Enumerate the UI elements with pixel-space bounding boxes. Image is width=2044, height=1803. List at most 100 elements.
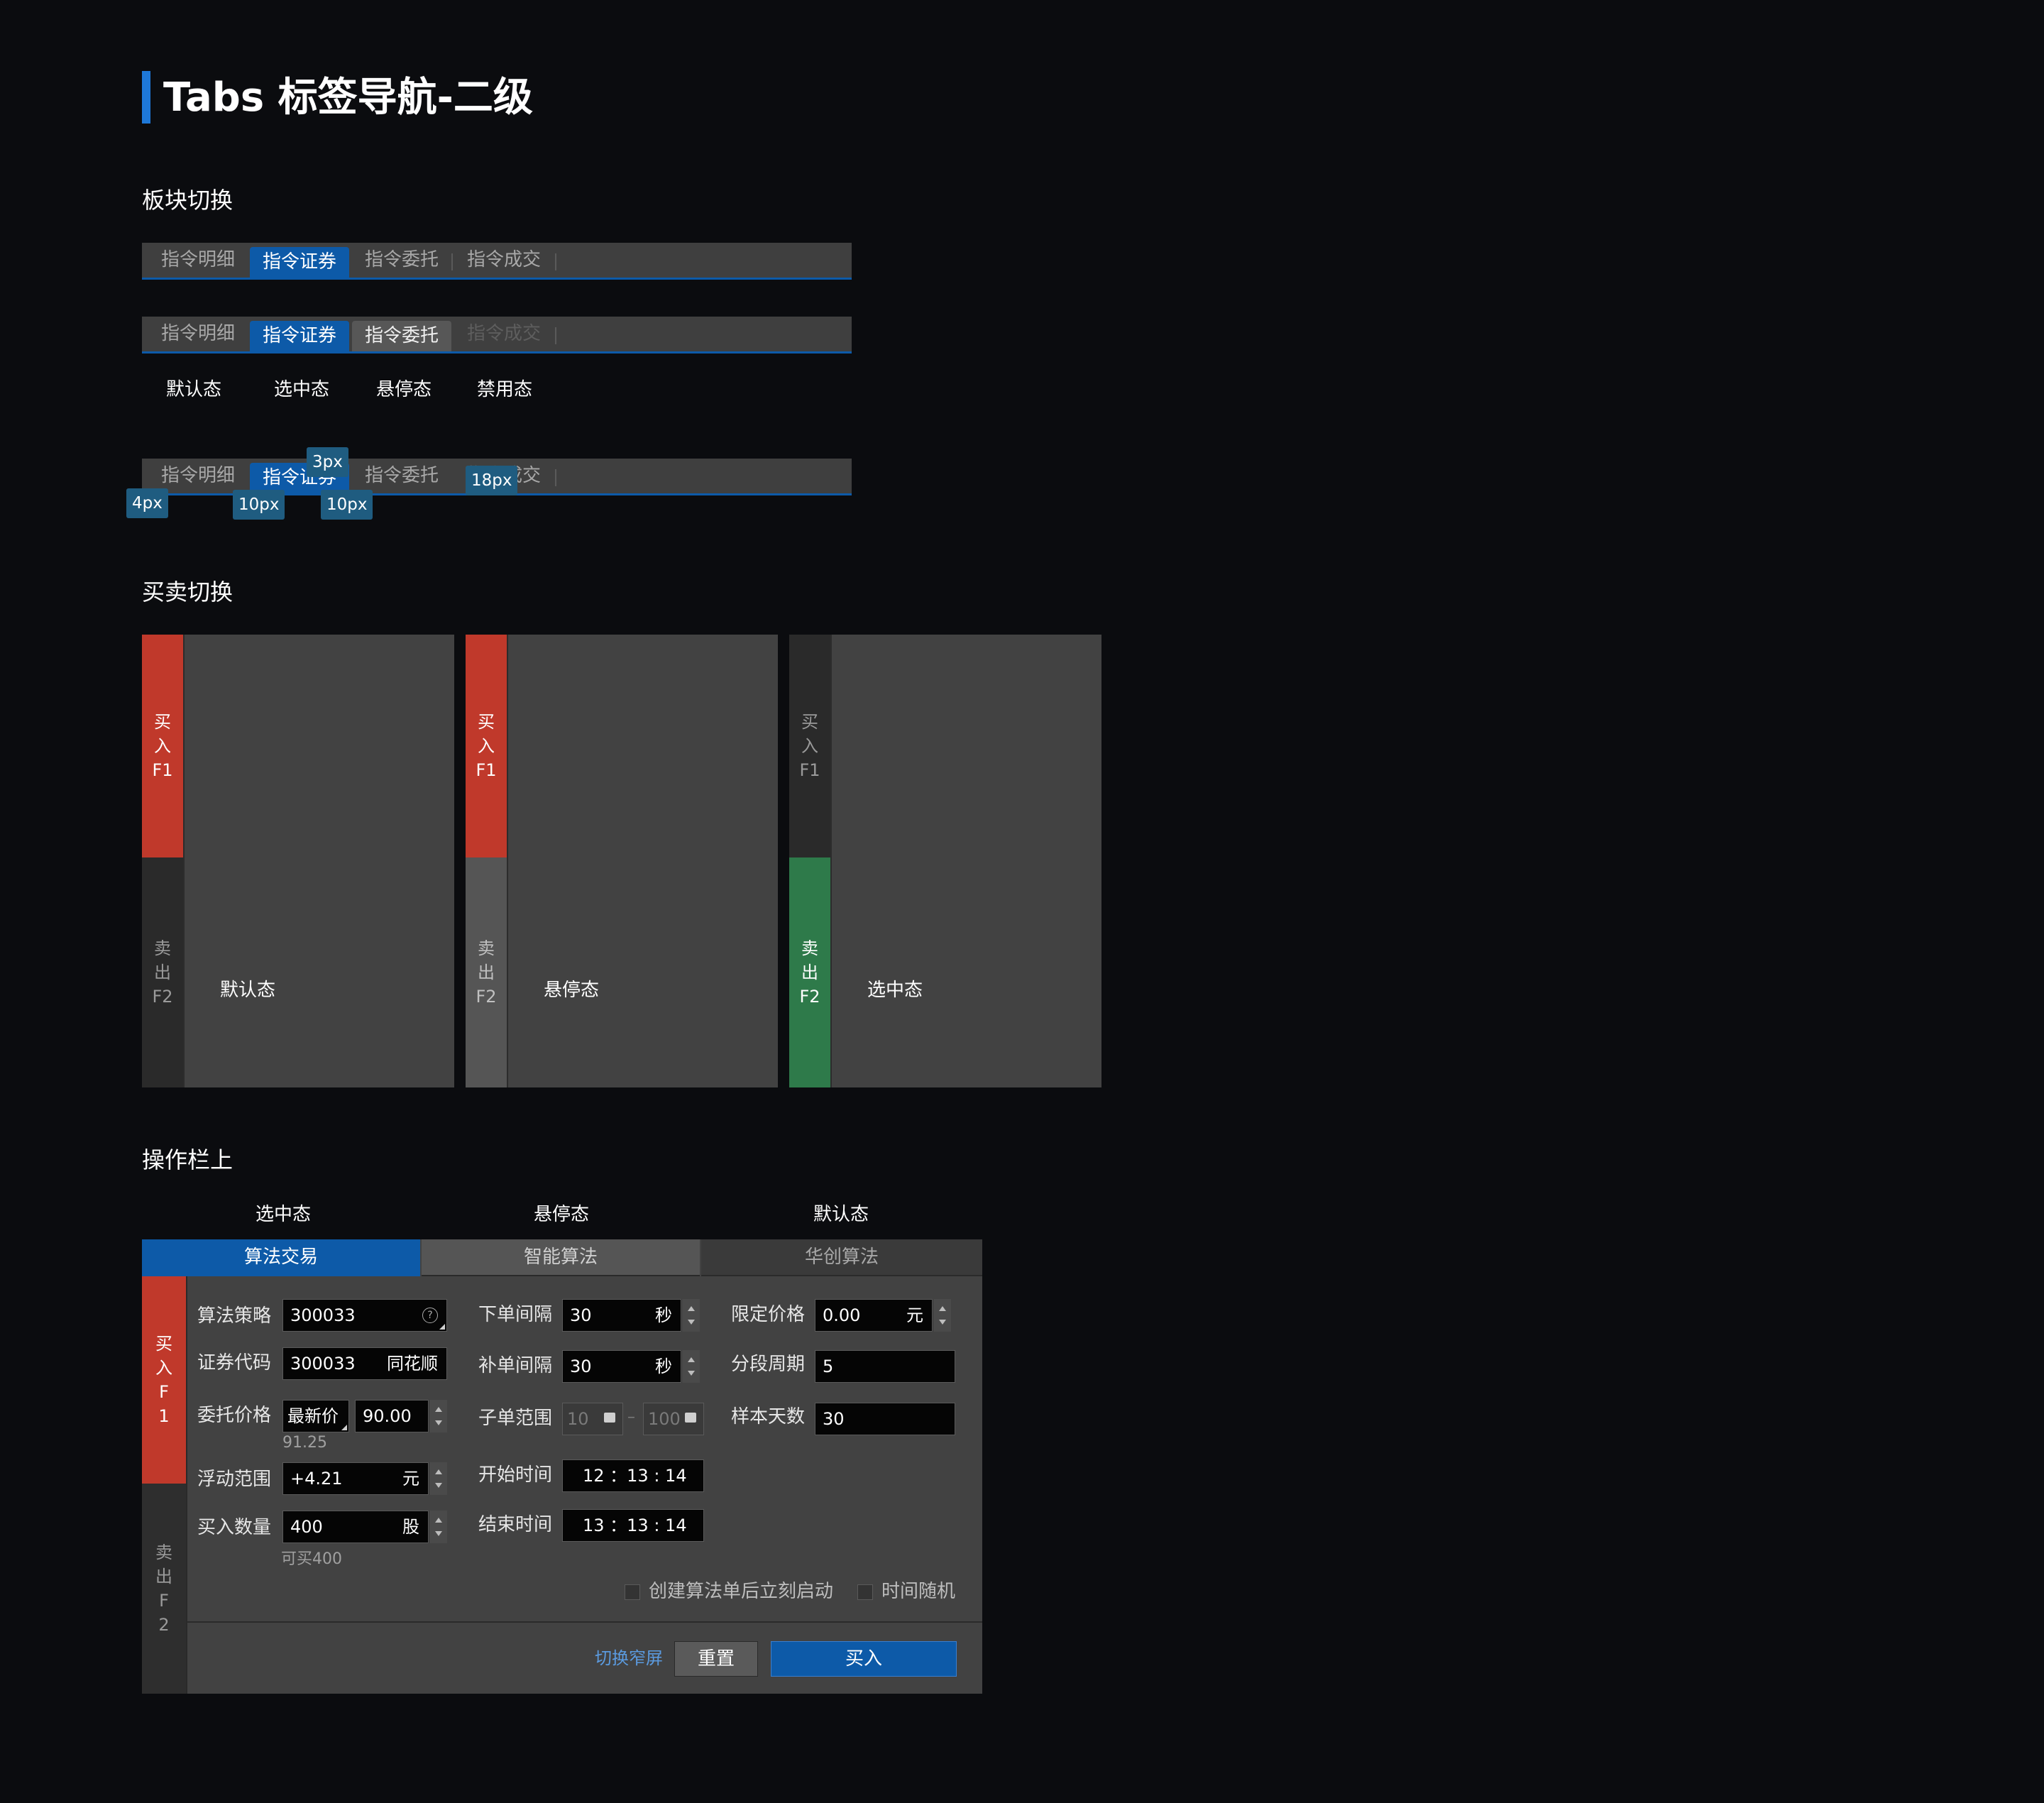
buy-button[interactable]: 买入	[771, 1641, 957, 1677]
range-min-input: 10	[562, 1403, 623, 1435]
sell-key: F2	[799, 987, 820, 1007]
price-hint: 91.25	[282, 1434, 327, 1452]
spec-badge-18px: 18px	[466, 466, 518, 495]
buy-tab[interactable]: 买 入 F1	[142, 635, 183, 857]
qty-input[interactable]: 400 股	[282, 1511, 429, 1543]
price-type-select[interactable]: 最新价	[282, 1400, 349, 1432]
tab-divider	[555, 469, 556, 486]
end-time-label: 结束时间	[478, 1514, 553, 1535]
tab-smart-algo[interactable]: 智能算法	[422, 1239, 700, 1276]
state-label-default: 默认态	[813, 1204, 869, 1225]
price-input[interactable]: 90.00	[355, 1400, 429, 1432]
sell-tab[interactable]: 卖 出 F 2	[142, 1484, 186, 1694]
switch-narrow-link[interactable]: 切换窄屏	[595, 1644, 663, 1672]
state-label-selected: 选中态	[274, 379, 330, 400]
float-stepper[interactable]	[429, 1462, 447, 1495]
tab-divider	[451, 253, 453, 270]
buysell-panel-hover: 买 入 F1 卖 出 F2 悬停态	[466, 635, 778, 1087]
sidebar-divider	[186, 1276, 187, 1694]
qty-stepper[interactable]	[429, 1511, 447, 1543]
strategy-label: 算法策略	[197, 1305, 272, 1327]
sell-char: 卖	[478, 938, 495, 958]
help-icon[interactable]: ?	[422, 1308, 438, 1323]
reorder-value: 30	[570, 1357, 592, 1376]
tab-instruction-order[interactable]: 指令委托	[352, 243, 451, 278]
state-label-default: 默认态	[220, 980, 276, 1001]
period-input[interactable]: 5	[815, 1350, 955, 1383]
sample-days-label: 样本天数	[731, 1406, 806, 1427]
float-value: +4.21	[290, 1469, 343, 1489]
tab-instruction-detail[interactable]: 指令明细	[152, 243, 244, 278]
reorder-stepper[interactable]	[681, 1350, 700, 1383]
price-stepper[interactable]	[429, 1400, 447, 1432]
state-label-default: 默认态	[166, 379, 222, 400]
sell-char: 出	[154, 963, 171, 982]
interval-input[interactable]: 30 秒	[562, 1299, 681, 1332]
sell-tab[interactable]: 卖 出 F2	[789, 857, 830, 1087]
strategy-select[interactable]: 300033 ?	[282, 1299, 447, 1332]
float-unit: 元	[402, 1469, 419, 1489]
limit-price-value: 0.00	[823, 1305, 861, 1325]
code-value: 300033	[290, 1354, 356, 1374]
sell-tab[interactable]: 卖 出 F2	[466, 857, 507, 1087]
state-label-hover: 悬停态	[544, 980, 600, 1001]
side-divider	[830, 635, 832, 1087]
float-label: 浮动范围	[197, 1469, 272, 1490]
buy-tab[interactable]: 买 入 F1	[789, 635, 830, 857]
spec-badge-10px-right: 10px	[321, 490, 373, 520]
sell-char: 出	[801, 963, 818, 982]
block-tabbar-1: 指令明细 指令证券 指令委托 指令成交	[142, 243, 852, 280]
interval-label: 下单间隔	[478, 1304, 553, 1325]
reset-button[interactable]: 重置	[674, 1641, 758, 1677]
range-max-value: 100	[648, 1409, 681, 1429]
period-label: 分段周期	[731, 1354, 806, 1375]
buy-tab[interactable]: 买 入 F1	[466, 635, 507, 857]
float-input[interactable]: +4.21 元	[282, 1462, 429, 1495]
interval-stepper[interactable]	[681, 1299, 700, 1332]
tab-instruction-order[interactable]: 指令委托	[352, 321, 451, 351]
state-label-disabled: 禁用态	[477, 379, 533, 400]
buysell-panel-selected: 买 入 F1 卖 出 F2 选中态	[789, 635, 1101, 1087]
buy-key: F1	[799, 760, 820, 780]
tab-instruction-detail[interactable]: 指令明细	[152, 317, 244, 351]
interval-value: 30	[570, 1305, 592, 1325]
sell-char: 2	[158, 1615, 170, 1635]
range-label: 子单范围	[478, 1408, 553, 1429]
start-immediately-checkbox[interactable]	[625, 1584, 640, 1600]
buy-tab[interactable]: 买 入 F 1	[142, 1276, 186, 1484]
time-random-checkbox[interactable]	[857, 1584, 873, 1600]
sell-char: 卖	[154, 938, 171, 958]
block-tabbar-2: 指令明细 指令证券 指令委托 指令成交	[142, 317, 852, 354]
limit-price-input[interactable]: 0.00 元	[815, 1299, 933, 1332]
tab-instruction-security[interactable]: 指令证券	[250, 321, 349, 351]
tab-instruction-security[interactable]: 指令证券	[250, 247, 349, 278]
sell-key: F2	[476, 987, 497, 1007]
code-input[interactable]: 300033 同花顺	[282, 1347, 447, 1380]
start-time-input[interactable]: 12 ：13 : 14	[562, 1459, 704, 1492]
limit-price-stepper[interactable]	[933, 1299, 951, 1332]
sell-tab[interactable]: 卖 出 F2	[142, 857, 183, 1087]
end-time-input[interactable]: 13 ：13 : 14	[562, 1509, 704, 1542]
sample-days-input[interactable]: 30	[815, 1403, 955, 1435]
qty-hint: 可买400	[281, 1550, 342, 1568]
period-value: 5	[823, 1357, 834, 1376]
qty-unit: 股	[402, 1517, 419, 1537]
tab-instruction-order[interactable]: 指令委托	[352, 459, 451, 493]
tab-huachuang-algo[interactable]: 华创算法	[701, 1239, 982, 1276]
section-heading-block: 板块切换	[142, 187, 233, 214]
buy-char: 买	[155, 1334, 172, 1354]
buy-char: F	[159, 1382, 169, 1402]
reorder-input[interactable]: 30 秒	[562, 1350, 681, 1383]
range-min-value: 10	[567, 1409, 589, 1429]
buysell-panel-default: 买 入 F1 卖 出 F2 默认态	[142, 635, 454, 1087]
tab-divider	[555, 327, 556, 344]
page-title: Tabs 标签导航-二级	[163, 75, 533, 121]
buy-char: 入	[478, 736, 495, 756]
start-immediately-label: 创建算法单后立刻启动	[649, 1581, 834, 1602]
range-separator: –	[627, 1408, 635, 1426]
section-heading-op: 操作栏上	[142, 1146, 233, 1173]
tab-algo-trade[interactable]: 算法交易	[142, 1239, 420, 1276]
tab-instruction-trade[interactable]: 指令成交	[454, 243, 554, 278]
start-time-value: 12 ：13 : 14	[583, 1466, 687, 1486]
state-label-selected: 选中态	[867, 980, 923, 1001]
